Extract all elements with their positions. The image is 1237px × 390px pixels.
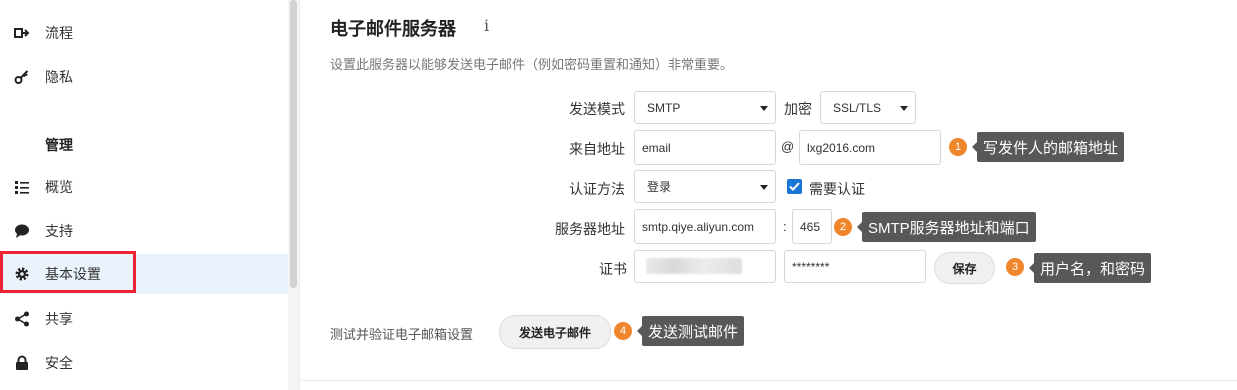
sidebar-item-overview[interactable]: 概览 bbox=[0, 167, 288, 207]
annotation-badge-3: 3 bbox=[1006, 258, 1024, 276]
chevron-down-icon bbox=[760, 184, 768, 190]
sidebar-item-security[interactable]: 安全 bbox=[0, 343, 288, 383]
lock-icon bbox=[14, 355, 30, 371]
save-button[interactable]: 保存 bbox=[934, 252, 995, 284]
annotation-badge-4: 4 bbox=[614, 322, 632, 340]
send-test-email-button[interactable]: 发送电子邮件 bbox=[499, 315, 611, 349]
auth-method-select[interactable]: 登录 bbox=[634, 170, 776, 203]
send-mode-label: 发送模式 bbox=[569, 101, 625, 117]
password-value: ******** bbox=[792, 259, 830, 274]
sidebar-item-label: 共享 bbox=[45, 311, 73, 327]
port-value: 465 bbox=[800, 219, 821, 234]
annotation-tip-4: 发送测试邮件 bbox=[636, 316, 745, 346]
server-address-label: 服务器地址 bbox=[555, 221, 625, 237]
sidebar-item-label: 概览 bbox=[45, 179, 73, 195]
info-icon[interactable]: i bbox=[484, 16, 489, 35]
from-domain-value: lxg2016.com bbox=[807, 140, 876, 155]
username-blurred bbox=[646, 258, 742, 274]
encryption-select[interactable]: SSL/TLS bbox=[820, 91, 916, 124]
password-input[interactable]: ******** bbox=[784, 250, 926, 283]
sidebar-item-label: 安全 bbox=[45, 355, 73, 371]
page-title: 电子邮件服务器 bbox=[330, 19, 456, 39]
from-domain-input[interactable]: lxg2016.com bbox=[799, 130, 941, 165]
annotation-tip-1: 写发件人的邮箱地址 bbox=[971, 132, 1125, 162]
annotation-badge-1: 1 bbox=[949, 138, 967, 156]
highlight-box bbox=[0, 251, 136, 293]
from-user-input[interactable]: email bbox=[634, 130, 776, 165]
require-auth-checkbox[interactable] bbox=[787, 179, 802, 194]
sidebar-scrollbar-thumb[interactable] bbox=[290, 0, 297, 288]
auth-method-value: 登录 bbox=[647, 180, 672, 194]
encryption-value: SSL/TLS bbox=[833, 100, 882, 115]
sidebar-section-admin: 管理 bbox=[45, 137, 73, 153]
sidebar-item-label: 支持 bbox=[45, 223, 73, 239]
sidebar: 流程 隐私 管理 概览 支持 基本设置 共享 安全 bbox=[0, 0, 288, 390]
server-address-input[interactable]: smtp.qiye.aliyun.com bbox=[634, 209, 776, 244]
sidebar-item-flow[interactable]: 流程 bbox=[0, 13, 288, 53]
annotation-badge-2: 2 bbox=[834, 218, 852, 236]
send-mode-value: SMTP bbox=[647, 100, 681, 115]
port-separator: : bbox=[783, 219, 787, 234]
from-user-value: email bbox=[642, 140, 671, 155]
sidebar-item-label: 隐私 bbox=[45, 69, 73, 85]
divider bbox=[299, 0, 300, 390]
require-auth-label: 需要认证 bbox=[809, 181, 865, 197]
sidebar-item-sharing[interactable]: 共享 bbox=[0, 299, 288, 339]
sidebar-item-label: 流程 bbox=[45, 25, 73, 41]
chevron-down-icon bbox=[900, 105, 908, 111]
send-mode-select[interactable]: SMTP bbox=[634, 91, 776, 124]
server-address-value: smtp.qiye.aliyun.com bbox=[642, 219, 755, 234]
chevron-down-icon bbox=[760, 105, 768, 111]
test-settings-label: 测试并验证电子邮箱设置 bbox=[330, 327, 474, 342]
annotation-tip-2: SMTP服务器地址和端口 bbox=[857, 212, 1036, 242]
encryption-label: 加密 bbox=[784, 101, 812, 117]
from-address-label: 来自地址 bbox=[569, 141, 625, 157]
chat-icon bbox=[14, 223, 30, 239]
section-description: 设置此服务器以能够发送电子邮件（例如密码重置和通知）非常重要。 bbox=[330, 57, 734, 72]
share-icon bbox=[14, 311, 30, 327]
auth-method-label: 认证方法 bbox=[569, 181, 625, 197]
certificate-label: 证书 bbox=[599, 261, 627, 277]
sidebar-item-support[interactable]: 支持 bbox=[0, 211, 288, 251]
key-icon bbox=[14, 69, 30, 85]
at-separator: @ bbox=[781, 139, 795, 154]
list-icon bbox=[14, 179, 30, 195]
annotation-tip-3: 用户名，和密码 bbox=[1028, 253, 1152, 283]
port-input[interactable]: 465 bbox=[792, 209, 832, 244]
flow-icon bbox=[14, 25, 30, 41]
bottom-divider bbox=[300, 380, 1237, 381]
sidebar-item-privacy[interactable]: 隐私 bbox=[0, 57, 288, 97]
